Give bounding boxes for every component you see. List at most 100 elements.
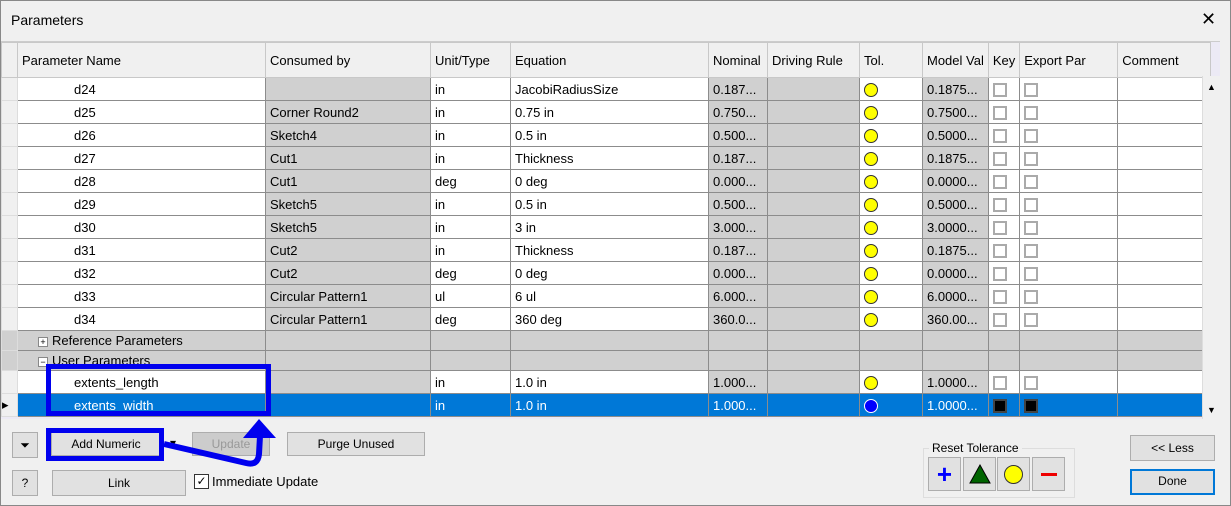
parameter-name-cell[interactable]: d29 — [17, 192, 266, 216]
comment-cell[interactable] — [1117, 393, 1212, 417]
checkbox[interactable] — [1024, 174, 1039, 189]
checkbox[interactable] — [992, 105, 1007, 120]
tolerance-nominal-button[interactable] — [997, 457, 1030, 491]
checkbox[interactable] — [992, 174, 1007, 189]
consumed-by-cell[interactable] — [265, 393, 431, 417]
export-cell[interactable] — [1019, 77, 1119, 101]
equation-cell[interactable]: Thickness — [510, 238, 709, 262]
checkbox[interactable] — [1024, 312, 1039, 327]
consumed-by-cell[interactable] — [265, 77, 431, 101]
export-cell[interactable] — [1019, 307, 1119, 331]
comment-cell[interactable] — [1117, 100, 1212, 124]
unit-cell[interactable]: in — [430, 123, 511, 147]
tolerance-cell[interactable] — [859, 192, 923, 216]
checkbox[interactable] — [992, 197, 1007, 212]
tolerance-cell[interactable] — [859, 307, 923, 331]
nominal-cell[interactable]: 0.000... — [708, 261, 768, 285]
nominal-cell[interactable]: 0.500... — [708, 192, 768, 216]
unit-cell[interactable]: in — [430, 393, 511, 417]
table-row[interactable]: d32 Cut2 deg 0 deg 0.000... 0.0000... — [1, 261, 1212, 285]
row-header[interactable] — [1, 123, 18, 147]
unit-cell[interactable]: in — [430, 238, 511, 262]
column-header[interactable]: Parameter Name — [17, 42, 266, 78]
nominal-cell[interactable]: 0.187... — [708, 146, 768, 170]
help-button[interactable]: ? — [12, 470, 38, 496]
unit-cell[interactable]: in — [430, 215, 511, 239]
group-cell[interactable] — [1019, 350, 1119, 371]
consumed-by-cell[interactable]: Cut1 — [265, 146, 431, 170]
key-cell[interactable] — [987, 100, 1021, 124]
table-row[interactable]: d33 Circular Pattern1 ul 6 ul 6.000... 6.0000… — [1, 284, 1212, 308]
checkbox[interactable] — [992, 289, 1007, 304]
comment-cell[interactable] — [1117, 169, 1212, 193]
table-row[interactable]: d25 Corner Round2 in 0.75 in 0.750... 0.7500.… — [1, 100, 1212, 124]
row-header[interactable] — [1, 307, 18, 331]
table-row[interactable]: d31 Cut2 in Thickness 0.187... 0.1875... — [1, 238, 1212, 262]
export-cell[interactable] — [1019, 393, 1119, 417]
consumed-by-cell[interactable]: Sketch4 — [265, 123, 431, 147]
unit-cell[interactable]: in — [430, 370, 511, 394]
table-row[interactable]: d27 Cut1 in Thickness 0.187... 0.1875... — [1, 146, 1212, 170]
group-cell[interactable] — [708, 350, 768, 371]
driving-rule-cell[interactable] — [767, 77, 860, 101]
driving-rule-cell[interactable] — [767, 169, 860, 193]
export-cell[interactable] — [1019, 284, 1119, 308]
key-cell[interactable] — [987, 77, 1021, 101]
model-value-cell[interactable]: 0.1875... — [922, 77, 989, 101]
column-header[interactable]: Equation — [510, 42, 709, 78]
column-header[interactable]: Comment — [1117, 42, 1212, 78]
checkbox[interactable] — [1024, 151, 1039, 166]
expand-icon[interactable]: + — [38, 337, 48, 347]
scroll-down-icon[interactable]: ▼ — [1203, 405, 1220, 415]
parameter-name-cell[interactable]: d26 — [17, 123, 266, 147]
checkbox[interactable] — [1024, 220, 1039, 235]
parameter-name-cell[interactable]: d32 — [17, 261, 266, 285]
consumed-by-cell[interactable]: Cut1 — [265, 169, 431, 193]
unit-cell[interactable]: in — [430, 100, 511, 124]
equation-cell[interactable]: 6 ul — [510, 284, 709, 308]
group-cell[interactable] — [922, 350, 989, 371]
nominal-cell[interactable]: 0.187... — [708, 238, 768, 262]
comment-cell[interactable] — [1117, 370, 1212, 394]
comment-cell[interactable] — [1117, 123, 1212, 147]
row-header[interactable] — [1, 350, 18, 371]
key-cell[interactable] — [987, 370, 1021, 394]
key-cell[interactable] — [987, 393, 1021, 417]
export-cell[interactable] — [1019, 215, 1119, 239]
column-header[interactable]: Unit/Type — [430, 42, 511, 78]
consumed-by-cell[interactable]: Cut2 — [265, 261, 431, 285]
group-cell[interactable] — [265, 350, 431, 371]
key-cell[interactable] — [987, 215, 1021, 239]
model-value-cell[interactable]: 360.00... — [922, 307, 989, 331]
unit-cell[interactable]: in — [430, 192, 511, 216]
done-button[interactable]: Done — [1130, 469, 1215, 495]
column-header[interactable]: Nominal — [708, 42, 768, 78]
column-header[interactable]: Tol. — [859, 42, 923, 78]
nominal-cell[interactable]: 0.500... — [708, 123, 768, 147]
parameter-name-cell[interactable]: d31 — [17, 238, 266, 262]
group-cell[interactable] — [510, 330, 709, 351]
nominal-cell[interactable]: 3.000... — [708, 215, 768, 239]
comment-cell[interactable] — [1117, 146, 1212, 170]
group-cell[interactable] — [1019, 330, 1119, 351]
key-cell[interactable] — [987, 123, 1021, 147]
key-cell[interactable] — [987, 146, 1021, 170]
model-value-cell[interactable]: 0.1875... — [922, 146, 989, 170]
nominal-cell[interactable]: 0.750... — [708, 100, 768, 124]
parameter-name-cell[interactable]: d24 — [17, 77, 266, 101]
unit-cell[interactable]: deg — [430, 261, 511, 285]
model-value-cell[interactable]: 0.1875... — [922, 238, 989, 262]
driving-rule-cell[interactable] — [767, 284, 860, 308]
driving-rule-cell[interactable] — [767, 100, 860, 124]
tolerance-cell[interactable] — [859, 77, 923, 101]
export-cell[interactable] — [1019, 370, 1119, 394]
model-value-cell[interactable]: 0.0000... — [922, 261, 989, 285]
row-header[interactable] — [1, 169, 18, 193]
tolerance-cell[interactable] — [859, 261, 923, 285]
driving-rule-cell[interactable] — [767, 215, 860, 239]
consumed-by-cell[interactable]: Sketch5 — [265, 215, 431, 239]
parameter-name-cell[interactable]: d28 — [17, 169, 266, 193]
model-value-cell[interactable]: 1.0000... — [922, 393, 989, 417]
group-cell[interactable] — [1117, 350, 1212, 371]
equation-cell[interactable]: 360 deg — [510, 307, 709, 331]
